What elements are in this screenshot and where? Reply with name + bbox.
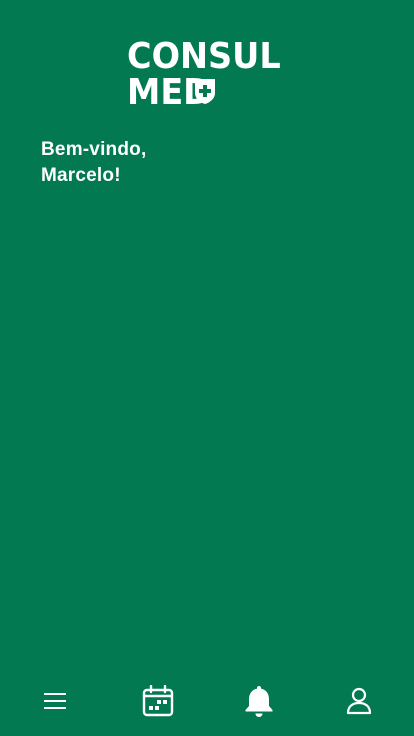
medical-shield-icon [195,79,215,104]
user-icon [346,687,372,715]
logo-text-line-1: CONSUL [127,36,281,77]
consulmed-logo: CONSUL MED [127,36,292,111]
nav-calendar-button[interactable] [128,676,188,726]
nav-menu-button[interactable] [25,676,85,726]
calendar-icon [142,685,174,717]
bottom-navigation [0,676,414,736]
welcome-greeting: Bem-vindo, [41,139,147,160]
bell-icon [245,686,273,717]
nav-profile-button[interactable] [329,676,389,726]
welcome-user-name: Marcelo! [41,165,121,186]
menu-icon [44,693,66,709]
welcome-message: Bem-vindo, Marcelo! [41,137,146,189]
nav-notifications-button[interactable] [229,676,289,726]
